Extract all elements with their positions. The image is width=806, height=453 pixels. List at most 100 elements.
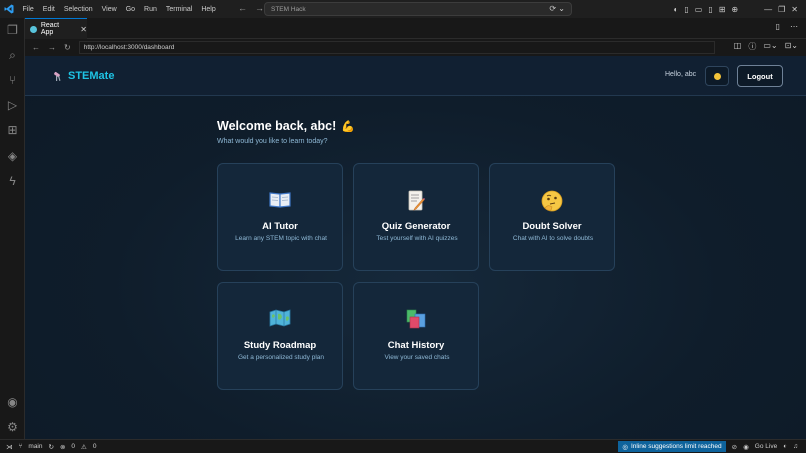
browser-forward-icon[interactable]: → [48,43,56,52]
menu-help[interactable]: Help [197,6,220,13]
card-title: AI Tutor [262,221,298,232]
accounts-icon[interactable]: ◐ [674,5,679,14]
menu-bar: File Edit Selection View Go Run Terminal… [18,6,220,13]
tab-react-app[interactable]: React App ✕ [25,18,87,39]
logout-button[interactable]: Logout [737,65,783,87]
branch-name[interactable]: main [28,443,42,450]
inline-suggestions-badge[interactable]: ◎ Inline suggestions limit reached [618,441,726,452]
book-icon [218,190,342,212]
notifications-bell-icon[interactable]: ♫ [793,443,798,450]
theme-toggle-button[interactable] [705,66,729,86]
card-title: Study Roadmap [243,340,317,351]
source-control-icon[interactable]: ⑂ [5,73,20,88]
editor-tab-bar: React App ✕ ▯ ⋯ [25,18,806,39]
menu-edit[interactable]: Edit [38,6,59,13]
run-debug-icon[interactable]: ▷ [5,98,20,113]
menu-file[interactable]: File [18,6,38,13]
sync-icon[interactable]: ↻ [49,443,54,451]
split-editor-icon[interactable]: ▯ [776,22,780,31]
menu-go[interactable]: Go [121,6,139,13]
menu-selection[interactable]: Selection [59,6,97,13]
info-icon[interactable]: ⓘ [748,41,756,52]
window-controls: ◐ ▯ ▭ ▯ ⊞ ⊕ — ❐ ✕ [674,0,806,18]
copilot-status-icon[interactable]: ◐ [783,443,787,450]
welcome-text: Welcome back, abc! [217,119,337,133]
menu-run[interactable]: Run [140,6,162,13]
inline-suggestions-text: Inline suggestions limit reached [630,443,722,450]
remote-icon[interactable]: ⋊ [6,443,13,451]
go-live-icon[interactable]: ◉ [743,443,749,451]
card-title: Doubt Solver [522,221,582,232]
card-title: Quiz Generator [381,221,451,232]
close-tab-icon[interactable]: ✕ [80,25,87,34]
memo-icon [354,190,478,212]
more-actions-icon[interactable]: ⋯ [790,22,798,31]
errors-count[interactable]: 0 [71,443,75,450]
minimize-icon[interactable]: — [764,5,772,14]
card-study-roadmap[interactable]: Study Roadmap Get a personalized study p… [217,282,343,390]
restore-icon[interactable]: ❐ [778,5,785,14]
react-favicon-icon [30,25,37,33]
browser-viewport: STEMate Hello, abc Logout Welcome back, … [25,56,806,439]
card-ai-tutor[interactable]: AI Tutor Learn any STEM topic with chat [217,163,343,271]
vscode-logo-icon[interactable] [0,0,18,18]
globe-icon[interactable]: ⊕ [731,5,738,14]
status-bar: ⋊ ⑂ main ↻ ⊗ 0 ⚠ 0 ◎ Inline suggestions … [0,439,806,453]
toggle-sidebar-icon[interactable]: ▯ [684,5,688,14]
reload-icon[interactable]: ↻ [64,43,71,52]
command-center-search[interactable]: STEM Hack ⟳ ⌄ [264,2,572,16]
tab-label: React App [40,22,60,36]
python-icon[interactable]: ◈ [5,149,20,164]
ports-icon[interactable]: ⊘ [732,443,737,451]
forward-arrow-icon[interactable]: → [255,3,264,13]
card-title: Chat History [387,340,445,351]
card-description: Learn any STEM topic with chat [235,235,327,242]
card-description: View your saved chats [384,354,450,361]
account-icon[interactable]: ◉ [5,395,20,410]
close-window-icon[interactable]: ✕ [791,5,798,14]
layout-icon[interactable]: ⊞ [719,5,726,14]
books-icon [354,309,478,331]
menu-terminal[interactable]: Terminal [161,6,196,13]
copilot-warning-icon: ◎ [622,443,628,451]
card-description: Get a personalized study plan [238,354,324,361]
browser-back-icon[interactable]: ← [32,43,40,52]
card-description: Chat with AI to solve doubts [512,235,594,242]
telescope-icon [54,71,61,81]
card-description: Test yourself with AI quizzes [376,235,458,242]
thinking-face-icon [490,190,614,212]
back-arrow-icon[interactable]: ← [238,3,247,13]
extensions-icon[interactable]: ⊞ [5,123,20,138]
warnings-icon[interactable]: ⚠ [81,443,87,451]
warnings-count[interactable]: 0 [93,443,97,450]
settings-gear-icon[interactable]: ⚙ [5,420,20,435]
card-doubt-solver[interactable]: Doubt Solver Chat with AI to solve doubt… [489,163,615,271]
menu-view[interactable]: View [97,6,121,13]
branch-icon[interactable]: ⑂ [19,443,23,450]
extensions-browser-icon[interactable]: ⊡⌄ [785,41,798,52]
url-input[interactable]: http://localhost:3000/dashboard [78,41,715,54]
errors-icon[interactable]: ⊗ [60,443,65,451]
command-center-label: STEM Hack [271,5,306,13]
user-greeting: Hello, abc [665,71,697,78]
card-chat-history[interactable]: Chat History View your saved chats [353,282,479,390]
page-subtitle: What would you like to learn today? [217,138,328,145]
screenshot-icon[interactable]: ◫ [734,41,742,52]
app-navbar: STEMate Hello, abc Logout [25,56,806,96]
flexed-biceps-icon: 💪 [341,120,355,133]
thunder-icon[interactable]: ϟ [5,174,20,189]
page-title: Welcome back, abc! 💪 [217,119,355,133]
browser-toolbar: ← → ↻ http://localhost:3000/dashboard ◫ … [25,39,806,56]
brand[interactable]: STEMate [53,70,114,82]
card-quiz-generator[interactable]: Quiz Generator Test yourself with AI qui… [353,163,479,271]
map-icon [218,309,342,331]
explorer-icon[interactable]: ❐ [5,23,20,38]
toggle-panel-icon[interactable]: ▭ [695,5,703,14]
devtools-icon[interactable]: ▭⌄ [763,41,777,52]
title-bar: File Edit Selection View Go Run Terminal… [0,0,806,18]
search-icon[interactable]: ⌕ [5,48,20,63]
brand-name: STEMate [68,70,115,82]
toggle-secondary-sidebar-icon[interactable]: ▯ [708,5,712,14]
copilot-icon[interactable]: ⟳ ⌄ [549,4,565,13]
go-live-label[interactable]: Go Live [755,443,777,450]
